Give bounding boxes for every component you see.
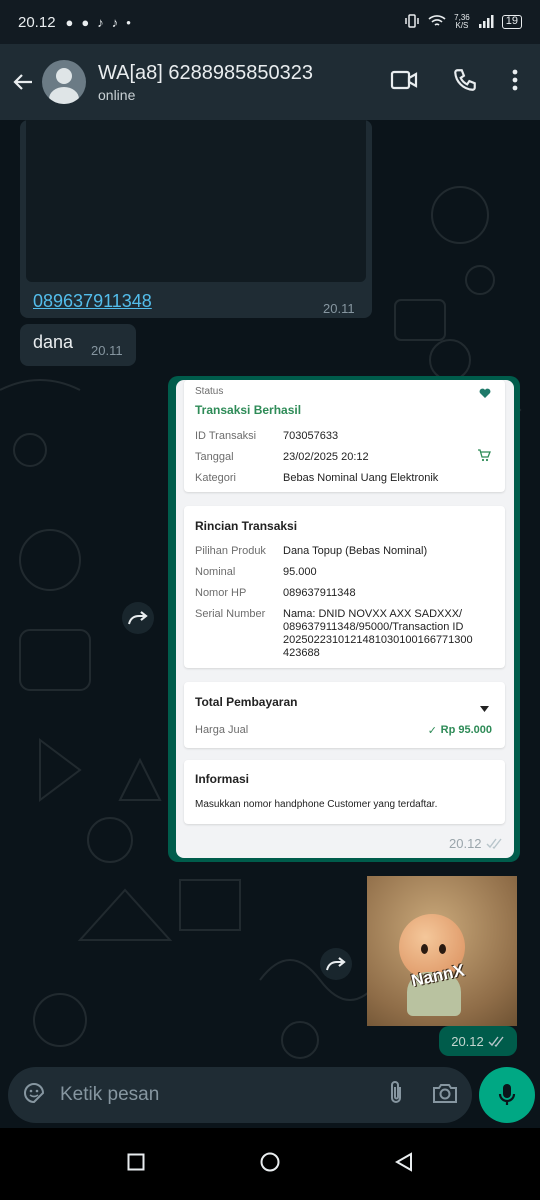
microphone-icon (498, 1084, 516, 1105)
message-time: 20.11 (323, 301, 355, 316)
whatsapp-notification-icon: ● (65, 14, 74, 30)
sticker-image[interactable]: NannX (367, 876, 517, 1026)
serial-label: Serial Number (195, 608, 266, 620)
status-bar: 20.12 ● ● ♪ ♪ • 7,36 K/S 19 (0, 0, 540, 44)
outgoing-message-meta: 20.12 (449, 836, 503, 851)
notification-icons: ● ● ♪ ♪ • (66, 15, 131, 30)
sticker-eye (421, 944, 428, 954)
phone-icon (454, 68, 476, 91)
receipt-total-card: Total Pembayaran Harga Jual ✓ Rp 95.000 (184, 682, 505, 748)
contact-info[interactable]: WA[a8] 6288985850323 online (98, 62, 390, 103)
app-notification-icon: ● (81, 14, 90, 30)
message-time: 20.11 (91, 343, 123, 358)
contact-name: WA[a8] 6288985850323 (98, 61, 313, 84)
forward-button[interactable] (122, 602, 154, 634)
receipt-details-card: Rincian Transaksi Pilihan Produk Dana To… (184, 506, 505, 668)
more-notifications-dot-icon: • (126, 14, 131, 30)
date-label: Tanggal (195, 451, 234, 463)
more-vertical-icon (512, 69, 518, 90)
nominal-label: Nominal (195, 566, 236, 578)
square-icon (127, 1153, 145, 1170)
recent-apps-button[interactable] (127, 1153, 145, 1176)
system-navigation-bar (0, 1128, 540, 1200)
battery-indicator: 19 (501, 15, 522, 29)
video-camera-icon (390, 70, 418, 89)
price-value: Rp 95.000 (440, 724, 492, 736)
back-button[interactable] (10, 69, 36, 95)
forward-button[interactable] (320, 948, 352, 980)
sticker-icon (23, 1082, 45, 1103)
avatar[interactable] (42, 60, 86, 104)
hp-value: 089637911348 (283, 587, 356, 599)
voice-call-button[interactable] (452, 67, 478, 98)
forward-icon (326, 957, 346, 971)
circle-icon (260, 1152, 280, 1171)
check-mark-icon: ✓ (427, 725, 437, 737)
chevron-down-icon (480, 699, 489, 717)
back-nav-button[interactable] (394, 1151, 413, 1177)
category-label: Kategori (195, 472, 236, 484)
paperclip-icon (391, 1080, 401, 1103)
cart-icon (477, 448, 491, 467)
vibrate-icon (404, 13, 420, 31)
double-check-icon (486, 838, 502, 849)
serial-line: 423688 (283, 647, 320, 659)
heart-icon (479, 386, 491, 404)
message-time: 20.12 (451, 1033, 484, 1049)
transaction-receipt-image[interactable]: Status Transaksi Berhasil ID Transaksi 7… (176, 380, 514, 858)
product-label: Pilihan Produk (195, 545, 266, 557)
serial-line: Nama: DNID NOVXX AXX SADXXX/ (283, 608, 463, 620)
status-label: Status (195, 386, 224, 397)
product-value: Dana Topup (Bebas Nominal) (283, 545, 428, 557)
triangle-back-icon (394, 1151, 412, 1172)
message-time: 20.12 (449, 836, 482, 851)
sticker-message-meta: 20.12 (439, 1026, 517, 1056)
phone-number-link[interactable]: 089637911348 (33, 291, 152, 312)
details-title: Rincian Transaksi (195, 519, 298, 533)
info-title: Informasi (195, 772, 250, 786)
serial-line: 2025022310121481030100166771300 (283, 634, 473, 646)
price-label: Harga Jual (195, 724, 249, 736)
serial-line: 089637911348/95000/Transaction ID (283, 621, 464, 633)
category-value: Bebas Nominal Uang Elektronik (283, 472, 439, 484)
emoji-sticker-button[interactable] (22, 1081, 46, 1110)
tiktok-icon-2: ♪ (111, 14, 119, 30)
network-speed: 7,36 K/S (454, 14, 470, 30)
transaction-id-value: 703057633 (283, 430, 339, 442)
message-text: dana (33, 332, 74, 352)
receipt-status-card: Status Transaksi Berhasil ID Transaksi 7… (184, 380, 505, 492)
chat-area[interactable]: 089637911348 20.11 dana 20.11 Status Tra… (0, 120, 540, 1066)
home-button[interactable] (260, 1152, 280, 1177)
wifi-icon (428, 14, 446, 31)
contact-status: online (98, 86, 136, 103)
network-speed-unit: K/S (455, 21, 469, 30)
chat-header: WA[a8] 6288985850323 online (0, 44, 540, 120)
message-input-bar: Ketik pesan (8, 1067, 472, 1123)
date-value: 23/02/2025 20:12 (283, 451, 369, 463)
camera-icon (433, 1083, 457, 1103)
transaction-id-label: ID Transaksi (195, 430, 257, 442)
receipt-info-card: Informasi Masukkan nomor handphone Custo… (184, 760, 505, 824)
double-check-icon (488, 1036, 504, 1047)
media-thumbnail[interactable] (26, 120, 366, 282)
info-text: Masukkan nomor handphone Customer yang t… (195, 799, 438, 810)
status-time: 20.12 (18, 13, 56, 31)
signal-icon (478, 14, 494, 31)
more-options-button[interactable] (512, 69, 518, 96)
forward-icon (128, 611, 148, 625)
arrow-left-icon (13, 74, 32, 90)
hp-label: Nomor HP (195, 587, 247, 599)
attach-button[interactable] (386, 1080, 406, 1111)
sticker-eye (439, 944, 446, 954)
tiktok-icon: ♪ (97, 14, 104, 30)
voice-message-button[interactable] (479, 1067, 535, 1123)
camera-button[interactable] (432, 1082, 458, 1109)
video-call-button[interactable] (390, 69, 418, 96)
message-input[interactable]: Ketik pesan (60, 1084, 386, 1106)
nominal-value: 95.000 (283, 566, 317, 578)
status-value: Transaksi Berhasil (195, 403, 302, 417)
total-title: Total Pembayaran (195, 695, 298, 709)
